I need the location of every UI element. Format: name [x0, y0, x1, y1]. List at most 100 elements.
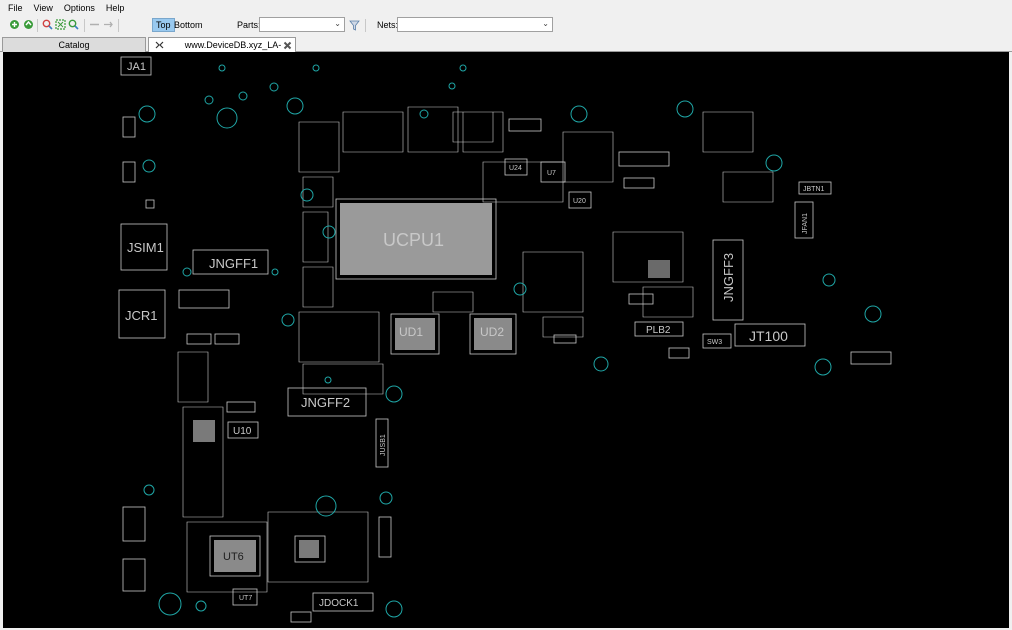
- nets-combobox[interactable]: ⌄: [397, 17, 553, 32]
- via: [204, 95, 214, 105]
- via: [216, 107, 238, 129]
- zoom-out-icon[interactable]: [68, 19, 79, 30]
- via: [218, 64, 226, 72]
- via: [281, 313, 295, 327]
- right-ic-pads: [648, 260, 670, 278]
- via: [385, 600, 403, 618]
- via: [419, 109, 429, 119]
- label-jdock1: JDOCK1: [319, 598, 359, 609]
- via: [142, 159, 156, 173]
- connector-top-1: [508, 118, 542, 132]
- label-ut7: UT7: [239, 595, 252, 602]
- via: [459, 64, 467, 72]
- close-icon[interactable]: [283, 41, 292, 50]
- parts-combobox[interactable]: ⌄: [259, 17, 345, 32]
- toolbar: Top Bottom Parts: ⌄ Nets: ⌄: [0, 16, 1012, 36]
- connector-right-1: [850, 351, 892, 365]
- menu-bar: File View Options Help: [0, 0, 1012, 16]
- via: [448, 82, 456, 90]
- menu-view[interactable]: View: [34, 3, 53, 13]
- label-jcr1: JCR1: [125, 308, 158, 323]
- zoom-fit-icon[interactable]: [55, 19, 66, 30]
- label-plb2: PLB2: [646, 325, 671, 336]
- label-u10: U10: [233, 426, 252, 437]
- label-u7: U7: [547, 170, 556, 177]
- label-jt100: JT100: [749, 328, 788, 344]
- label-ucpu1: UCPU1: [383, 230, 444, 250]
- via: [864, 305, 882, 323]
- u10-pad-array: [193, 420, 215, 442]
- label-u20: U20: [573, 198, 586, 205]
- via: [324, 376, 332, 384]
- tab-catalog[interactable]: Catalog: [2, 37, 146, 52]
- filter-icon[interactable]: [349, 20, 360, 31]
- chevron-down-icon: ⌄: [542, 19, 549, 28]
- connector-mid-1: [378, 516, 392, 558]
- via: [315, 495, 337, 517]
- connector-top-2: [618, 151, 670, 167]
- label-jbtn1: JBTN1: [803, 186, 825, 193]
- board-canvas[interactable]: JA1 JSIM1 JNGFF1 JCR1 UCPU1 UD1 UD2 JNGF…: [3, 52, 1009, 628]
- chevron-down-icon: ⌄: [334, 19, 341, 28]
- zoom-in-icon[interactable]: [42, 19, 53, 30]
- parts-label: Parts:: [237, 20, 261, 30]
- component-pr-3: [553, 334, 577, 344]
- via: [143, 484, 155, 496]
- component-left-small-3: [145, 199, 155, 209]
- label-jsim1: JSIM1: [127, 240, 164, 255]
- via: [822, 273, 836, 287]
- component-left-cluster: [178, 289, 230, 309]
- via: [322, 225, 336, 239]
- tab-board-file[interactable]: www.DeviceDB.xyz_LA-G661P: [148, 37, 296, 64]
- via: [286, 97, 304, 115]
- label-ud1: UD1: [399, 325, 423, 339]
- label-sw3: SW3: [707, 339, 722, 346]
- via: [814, 358, 832, 376]
- label-ut6: UT6: [223, 551, 244, 563]
- bottom-ic-pads: [299, 540, 319, 558]
- component-jspi1: [214, 333, 240, 345]
- menu-file[interactable]: File: [8, 3, 23, 13]
- label-u24: U24: [509, 165, 522, 172]
- via: [570, 105, 588, 123]
- via: [593, 356, 609, 372]
- back-arrow-icon[interactable]: [89, 19, 100, 30]
- label-jngff1: JNGFF1: [209, 256, 258, 271]
- via: [513, 282, 527, 296]
- label-jngff2: JNGFF2: [301, 395, 350, 410]
- via: [158, 592, 182, 616]
- nets-label: Nets:: [377, 20, 399, 30]
- component-left-small-2: [122, 161, 136, 183]
- open-file-icon[interactable]: [9, 19, 20, 30]
- component-pr-1: [628, 293, 654, 305]
- label-ud2: UD2: [480, 325, 504, 339]
- forward-arrow-icon[interactable]: [103, 19, 114, 30]
- via: [271, 268, 279, 276]
- component-pr-2: [668, 347, 690, 359]
- label-ja1: JA1: [127, 61, 146, 73]
- menu-help[interactable]: Help: [106, 3, 125, 13]
- board-tab-icon: [155, 41, 164, 49]
- bottom-side-button[interactable]: Bottom: [171, 18, 206, 32]
- label-jusb1: JUSB1: [380, 434, 387, 456]
- via: [385, 385, 403, 403]
- via: [379, 491, 393, 505]
- connector-left-1: [122, 506, 146, 542]
- label-jngff3: JNGFF3: [721, 253, 736, 302]
- connector-left-2: [122, 558, 146, 592]
- reload-icon[interactable]: [23, 19, 34, 30]
- via: [138, 105, 156, 123]
- via: [312, 64, 320, 72]
- via: [269, 82, 279, 92]
- pcb-board-view[interactable]: JA1 JSIM1 JNGFF1 JCR1 UCPU1 UD1 UD2 JNGF…: [3, 52, 1009, 628]
- tab-bar: Catalog www.DeviceDB.xyz_LA-G661P: [0, 36, 1012, 64]
- label-jfan1: JFAN1: [802, 213, 809, 234]
- via: [765, 154, 783, 172]
- component-bottom-1: [290, 611, 312, 623]
- menu-options[interactable]: Options: [64, 3, 95, 13]
- via: [195, 600, 207, 612]
- component-left-small-1: [122, 116, 136, 138]
- component-jdeq1: [186, 333, 212, 345]
- via: [182, 267, 192, 277]
- via: [676, 100, 694, 118]
